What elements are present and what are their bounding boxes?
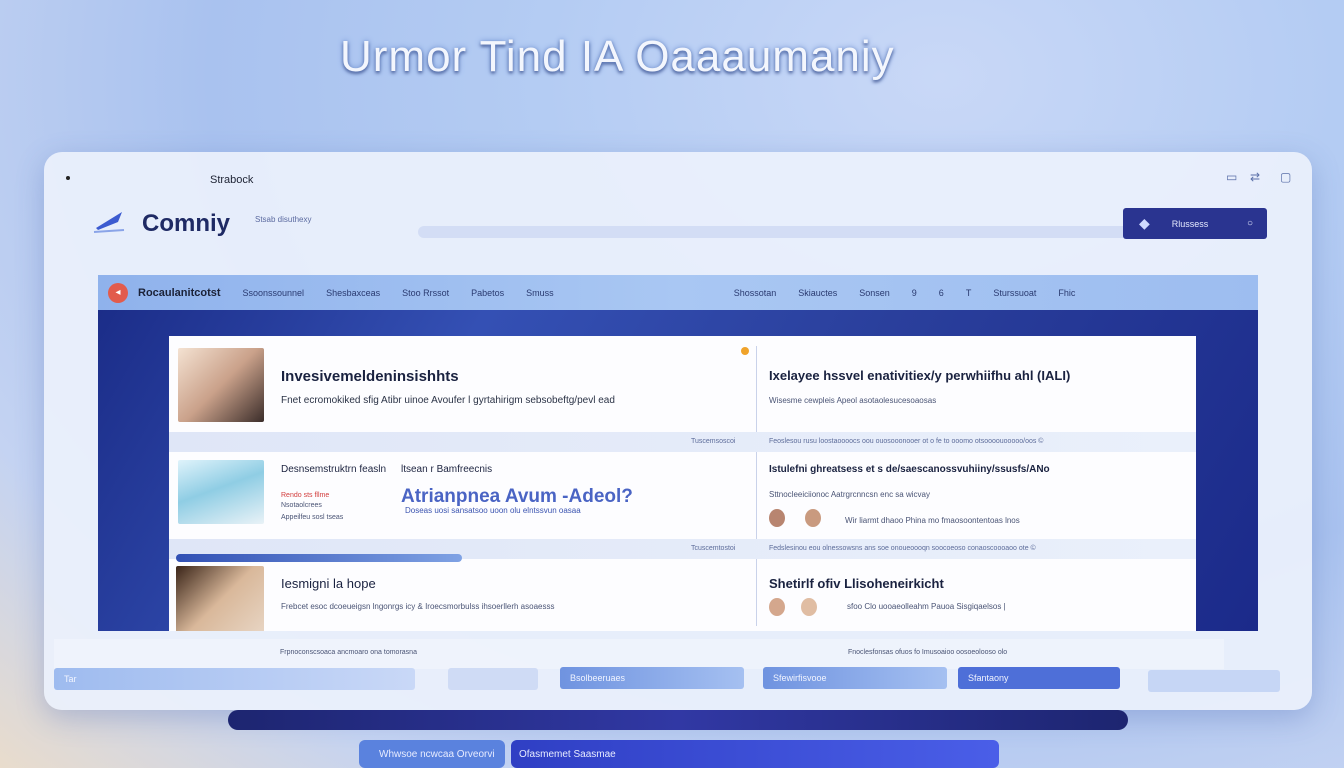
maximize-icon[interactable]: ▢ bbox=[1280, 170, 1291, 184]
footer-button[interactable]: Whwsoe ncwcaa Orveorvi bbox=[359, 740, 505, 768]
card-line: Wir liarmt dhaoo Phina mo fmaosoontentoa… bbox=[845, 516, 1020, 525]
card-subtitle: sfoo Clo uooaeolleahm Pauoa Sisgiqaelsos… bbox=[847, 602, 1006, 611]
card-title[interactable]: Ixelayee hssvel enativitiex/y perwhiifhu… bbox=[769, 368, 1070, 383]
logo-text: Comniy bbox=[142, 210, 231, 237]
nav-item[interactable]: 6 bbox=[939, 288, 944, 298]
avatar[interactable] bbox=[801, 598, 817, 616]
search-button[interactable]: ◆ Rlussess ○ bbox=[1123, 208, 1267, 239]
nav-item[interactable]: Skiauctes bbox=[798, 288, 837, 298]
bottom-tab[interactable]: Sfewirfisvooe bbox=[763, 667, 947, 689]
megaphone-icon: ◆ bbox=[1139, 215, 1150, 231]
card-meta: Tcuscemtostoi bbox=[691, 545, 736, 552]
progress-accent bbox=[176, 554, 462, 562]
avatar[interactable]: ◂ bbox=[108, 282, 128, 303]
nav-item[interactable]: Shossotan bbox=[734, 288, 777, 298]
nav-item[interactable]: Shesbaxceas bbox=[326, 288, 380, 298]
circle-icon: ○ bbox=[1246, 218, 1253, 229]
bottom-tab[interactable] bbox=[1148, 670, 1280, 692]
notification-dot bbox=[741, 347, 749, 355]
nav-item[interactable]: Sturssuoat bbox=[993, 288, 1036, 298]
bottom-tab-label: Sfewirfisvooe bbox=[773, 673, 827, 683]
avatar[interactable] bbox=[769, 509, 785, 527]
card-highlight[interactable]: Atrianpnea Avum -Adeol? bbox=[401, 486, 633, 508]
card-thumbnail[interactable] bbox=[178, 348, 264, 422]
panel-footer: Frpnoconscsoaca ancmoaro ona tomorasna F… bbox=[54, 639, 1224, 669]
content-panel: ◂ Rocaulanitcotst Ssoonssounnel Shesbaxc… bbox=[98, 275, 1258, 631]
card-line: Appeilfeu sosl tseas bbox=[281, 514, 344, 521]
footer-button[interactable]: Ofasmemet Saasmae bbox=[511, 740, 999, 768]
card-line: Nsotaolcrees bbox=[281, 502, 322, 509]
card-title[interactable]: Iesmigni la hope bbox=[281, 576, 376, 591]
card-meta: Frpnoconscsoaca ancmoaro ona tomorasna bbox=[280, 649, 417, 656]
bottom-tab[interactable]: Bsolbeeruaes bbox=[560, 667, 744, 689]
column-divider bbox=[756, 346, 757, 626]
nav-item[interactable]: Smuss bbox=[526, 288, 554, 298]
card-subtitle: Sttnocleeiciionoc Aatrgrcnncsn enc sa wi… bbox=[769, 490, 930, 499]
window-title: Strabock bbox=[210, 174, 254, 186]
avatar[interactable] bbox=[805, 509, 821, 527]
hero-title: Urmor Tind IA Oaaaumaniy bbox=[340, 32, 895, 81]
nav-item[interactable]: Fhic bbox=[1058, 288, 1075, 298]
footer-bar bbox=[228, 710, 1128, 730]
card-thumbnail[interactable] bbox=[176, 566, 264, 631]
card-meta: Fnoclesfonsas ofuos fo Imusoaioo oosoeol… bbox=[848, 649, 1008, 656]
bottom-tab-label: Sfantaony bbox=[968, 673, 1009, 683]
bottom-tab[interactable] bbox=[448, 668, 538, 690]
card-thumbnail[interactable] bbox=[178, 460, 264, 524]
nav-item[interactable]: Sonsen bbox=[859, 288, 890, 298]
footer-button-label: Whwsoe ncwcaa Orveorvi bbox=[379, 748, 495, 760]
nav-brand[interactable]: Rocaulanitcotst bbox=[138, 287, 221, 299]
footer-button-label: Ofasmemet Saasmae bbox=[519, 748, 616, 760]
bottom-tab[interactable]: Sfantaony bbox=[958, 667, 1120, 689]
card-subtitle: Frebcet esoc dcoeueigsn lngonrgs icy & I… bbox=[281, 602, 555, 611]
app-window: Strabock ▭ ⇄ ▢ Comniy Stsab disuthexy ◆ … bbox=[44, 152, 1312, 710]
nav-item[interactable]: Ssoonssounnel bbox=[243, 288, 305, 298]
card-meta: Feoslesou rusu loostaoooocs oou ouosooon… bbox=[769, 438, 1044, 445]
minimize-icon[interactable]: ▭ bbox=[1226, 170, 1237, 184]
card-title[interactable]: Desnsemstruktrn feasln bbox=[281, 464, 386, 475]
card-meta-strip: Tuscemsoscoi Feoslesou rusu loostaoooocs… bbox=[169, 432, 1196, 452]
swap-icon[interactable]: ⇄ bbox=[1250, 170, 1260, 184]
card-title[interactable]: Shetirlf ofiv Llisoheneirkicht bbox=[769, 576, 944, 591]
bottom-tab[interactable]: Tar bbox=[54, 668, 415, 690]
logo-icon bbox=[93, 212, 125, 233]
card-title[interactable]: Istulefni ghreatsess et s de/saescanossv… bbox=[769, 464, 1050, 475]
window-dot-icon bbox=[66, 176, 70, 180]
bottom-tab-label: Bsolbeeruaes bbox=[570, 673, 626, 683]
panel-navbar: ◂ Rocaulanitcotst Ssoonssounnel Shesbaxc… bbox=[98, 275, 1258, 310]
card-aside: ltsean r Bamfreecnis bbox=[401, 464, 493, 475]
card-line: Rendo sts fllme bbox=[281, 492, 330, 499]
search-input[interactable] bbox=[418, 226, 1130, 238]
card-subtitle: Wisesme cewpleis Apeol asotaolesucesoaos… bbox=[769, 396, 937, 405]
nav-item[interactable]: T bbox=[966, 288, 972, 298]
card-highlight-sub: Doseas uosi sansatsoo uoon olu elntssvun… bbox=[405, 506, 581, 515]
tagline: Stsab disuthexy bbox=[255, 215, 312, 224]
card-meta: Tuscemsoscoi bbox=[691, 438, 736, 445]
card-grid: Invesivemeldeninsishhts Fnet ecromokiked… bbox=[169, 336, 1196, 631]
bottom-tab-label: Tar bbox=[64, 674, 77, 684]
nav-item[interactable]: Pabetos bbox=[471, 288, 504, 298]
card-title[interactable]: Invesivemeldeninsishhts bbox=[281, 368, 459, 385]
card-meta: Fedslesinou eou olnessowsns ans soe onou… bbox=[769, 545, 1036, 552]
nav-item[interactable]: Stoo Rrssot bbox=[402, 288, 449, 298]
card-subtitle: Fnet ecromokiked sfig Atibr uinoe Avoufe… bbox=[281, 395, 615, 406]
avatar[interactable] bbox=[769, 598, 785, 616]
nav-item[interactable]: 9 bbox=[912, 288, 917, 298]
search-button-label: Rlussess bbox=[1171, 218, 1209, 229]
